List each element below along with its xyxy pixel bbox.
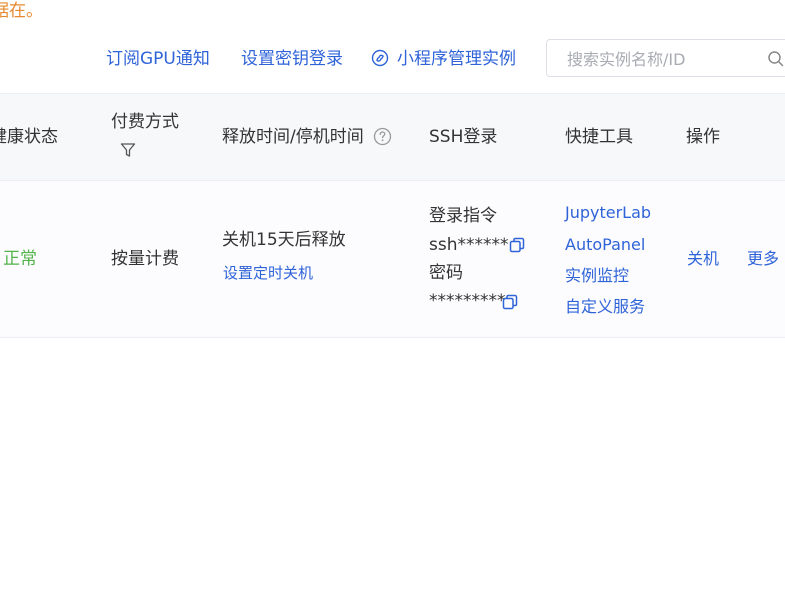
miniprogram-label: 小程序管理实例 (397, 49, 516, 69)
header-billing: 付费方式 (111, 112, 179, 132)
health-status: 正常 (3, 249, 37, 269)
password-label: 密码 (429, 263, 463, 283)
set-key-login-link[interactable]: 设置密钥登录 (241, 47, 343, 71)
search-box (546, 39, 785, 78)
tool-jupyterlab-link[interactable]: JupyterLab (565, 203, 651, 223)
instance-list-page: 据在。 订阅GPU通知 设置密钥登录 小程序管理实例 健康状态 付费方式 释放时… (0, 0, 785, 614)
header-actions: 操作 (686, 127, 720, 147)
header-health: 健康状态 (0, 127, 58, 147)
help-icon[interactable] (373, 127, 392, 150)
search-icon[interactable] (767, 50, 785, 72)
password-value: ********* (429, 291, 506, 311)
header-tools: 快捷工具 (565, 127, 633, 147)
tool-custom-service-link[interactable]: 自定义服务 (565, 297, 645, 317)
more-button[interactable]: 更多 (747, 249, 779, 269)
miniprogram-link[interactable]: 小程序管理实例 (371, 47, 516, 71)
login-command-label: 登录指令 (429, 206, 497, 226)
tool-autopanel-link[interactable]: AutoPanel (565, 235, 645, 255)
notice-text: 据在。 (0, 1, 43, 21)
shutdown-button[interactable]: 关机 (687, 249, 719, 269)
search-input[interactable] (565, 40, 759, 78)
table-header (0, 93, 785, 181)
tool-monitor-link[interactable]: 实例监控 (565, 266, 629, 286)
miniprogram-icon (371, 49, 389, 74)
copy-icon[interactable] (502, 294, 518, 314)
header-release-time: 释放时间/停机时间 (222, 127, 364, 147)
subscribe-gpu-link[interactable]: 订阅GPU通知 (106, 47, 210, 71)
release-time: 关机15天后释放 (222, 230, 346, 250)
set-timer-link[interactable]: 设置定时关机 (223, 263, 313, 283)
filter-icon[interactable] (120, 142, 136, 162)
copy-icon[interactable] (509, 237, 525, 257)
billing-method: 按量计费 (111, 249, 179, 269)
header-ssh: SSH登录 (429, 127, 498, 147)
login-command-value: ssh****** (429, 235, 509, 255)
